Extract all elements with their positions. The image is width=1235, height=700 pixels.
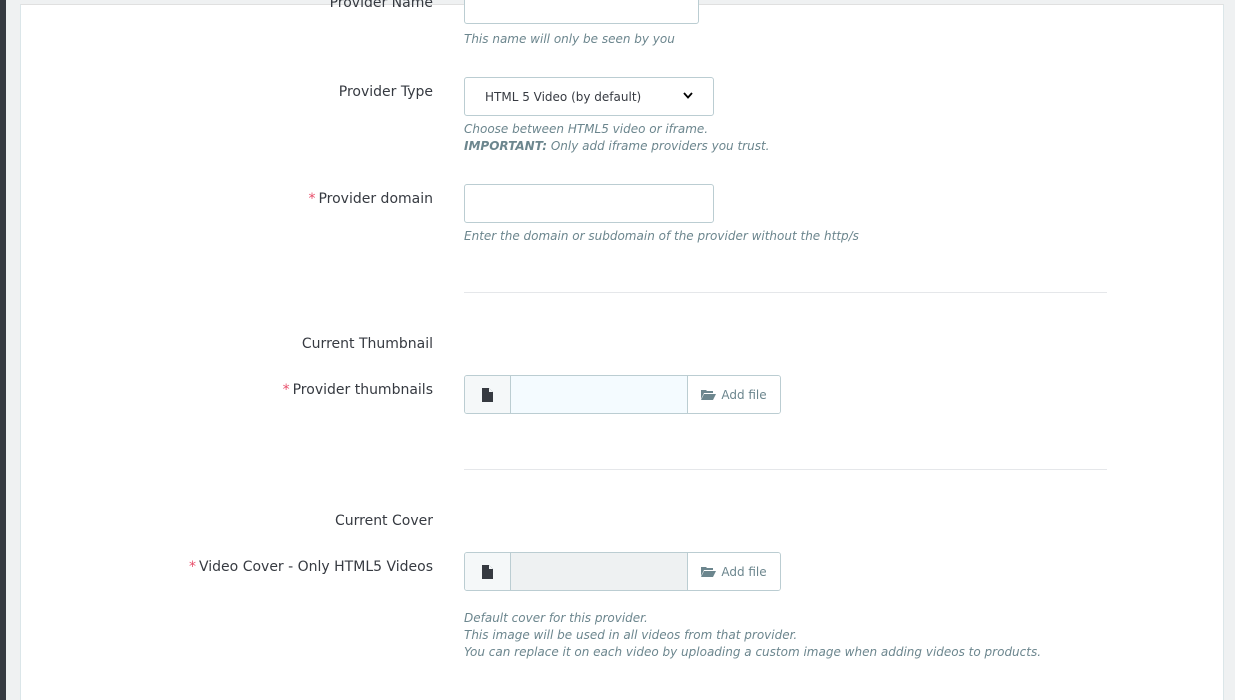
video-cover-label: * Video Cover - Only HTML5 Videos	[189, 559, 433, 575]
video-cover-file-input: Add file	[464, 552, 781, 591]
folder-open-icon	[701, 567, 717, 577]
provider-domain-help: Enter the domain or subdomain of the pro…	[464, 229, 859, 243]
provider-name-input[interactable]	[464, 0, 699, 24]
provider-type-help-line1: Choose between HTML5 video or iframe.	[464, 122, 709, 136]
provider-domain-label: * Provider domain	[308, 191, 433, 207]
folder-open-icon	[701, 390, 717, 400]
provider-thumbnails-label: * Provider thumbnails	[282, 382, 433, 398]
admin-sidebar-edge	[0, 0, 6, 700]
required-marker: *	[308, 191, 316, 207]
current-thumbnail-label: Current Thumbnail	[301, 336, 433, 352]
provider-type-select[interactable]: HTML 5 Video (by default)	[464, 77, 714, 116]
required-marker: *	[282, 382, 290, 398]
file-icon	[465, 553, 511, 590]
provider-name-label: Provider Name	[329, 0, 433, 11]
form-panel: Provider Name This name will only be see…	[20, 0, 1224, 700]
section-divider	[464, 292, 1107, 293]
provider-type-label: Provider Type	[338, 84, 433, 100]
provider-type-selected: HTML 5 Video (by default)	[485, 89, 642, 104]
section-divider	[464, 469, 1107, 470]
add-file-button[interactable]: Add file	[688, 376, 780, 413]
provider-type-help: Choose between HTML5 video or iframe. IM…	[464, 121, 769, 155]
add-file-button[interactable]: Add file	[688, 553, 780, 590]
provider-type-help-line2: IMPORTANT: Only add iframe providers you…	[464, 139, 770, 153]
provider-thumbnails-file-input: Add file	[464, 375, 781, 414]
current-cover-label: Current Cover	[334, 513, 433, 529]
provider-domain-input[interactable]	[464, 184, 714, 223]
file-name-field[interactable]	[511, 376, 688, 413]
provider-name-help: This name will only be seen by you	[464, 32, 675, 46]
file-name-field[interactable]	[511, 553, 688, 590]
important-label: IMPORTANT:	[464, 139, 548, 153]
required-marker: *	[189, 559, 197, 575]
video-cover-help: Default cover for this provider. This im…	[464, 611, 1042, 659]
file-icon	[465, 376, 511, 413]
chevron-down-icon	[683, 91, 693, 102]
